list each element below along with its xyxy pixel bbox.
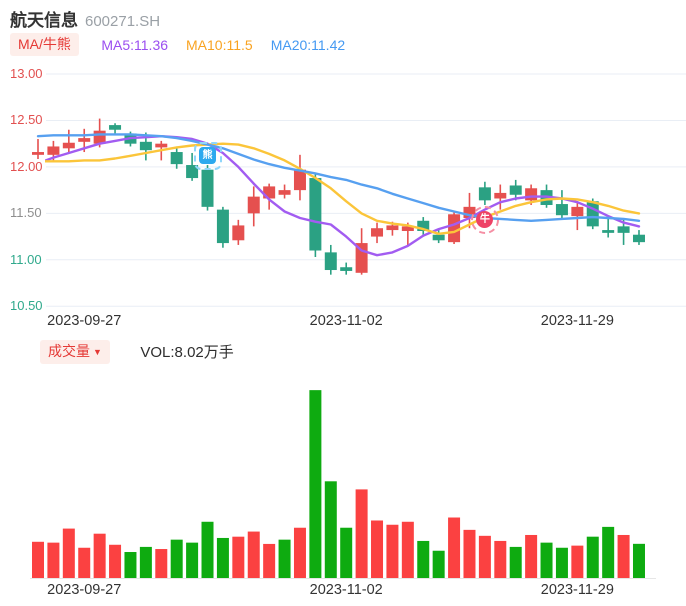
volume-bar[interactable] [494, 541, 506, 578]
candle-body[interactable] [155, 144, 167, 148]
volume-bar[interactable] [618, 535, 630, 578]
bull-icon: 牛 [476, 211, 493, 228]
volume-bar[interactable] [217, 538, 229, 578]
ma-line-ma20 [38, 134, 639, 220]
volume-bar[interactable] [279, 540, 291, 578]
candle-body[interactable] [510, 185, 522, 194]
candle-body[interactable] [78, 138, 90, 142]
date-tick-label: 2023-09-27 [47, 582, 121, 598]
volume-bar[interactable] [263, 544, 275, 578]
candle-body[interactable] [618, 226, 630, 233]
volume-bar[interactable] [248, 532, 260, 578]
volume-bar[interactable] [171, 540, 183, 578]
volume-bar[interactable] [124, 552, 136, 578]
volume-bar[interactable] [109, 545, 121, 578]
volume-bar[interactable] [202, 522, 214, 578]
bull-signal-marker[interactable]: 牛 [471, 206, 499, 234]
volume-header-row: 成交量▼ VOL:8.02万手 [40, 340, 234, 364]
candle-body[interactable] [171, 152, 183, 164]
price-tick-label: 12.50 [10, 112, 45, 127]
volume-dropdown-chip[interactable]: 成交量▼ [40, 340, 110, 364]
volume-bar[interactable] [463, 530, 475, 578]
volume-bar[interactable] [556, 548, 568, 578]
price-tick-label: 12.00 [10, 159, 45, 174]
candle-body[interactable] [556, 204, 568, 215]
volume-bar[interactable] [140, 547, 152, 578]
volume-bar[interactable] [94, 534, 106, 578]
volume-bar[interactable] [32, 542, 44, 578]
volume-bar[interactable] [510, 547, 522, 578]
candle-body[interactable] [47, 146, 59, 154]
price-tick-label: 13.00 [10, 66, 45, 81]
volume-bar[interactable] [571, 546, 583, 578]
candle-body[interactable] [587, 201, 599, 226]
candle-body[interactable] [371, 228, 383, 236]
volume-bar[interactable] [78, 548, 90, 578]
bear-icon: 熊 [199, 147, 216, 164]
volume-bar[interactable] [340, 528, 352, 578]
volume-bar[interactable] [155, 549, 167, 578]
candle-body[interactable] [448, 214, 460, 242]
volume-dropdown-label: 成交量 [48, 343, 90, 359]
volume-readout: VOL:8.02万手 [140, 341, 233, 362]
volume-bar[interactable] [356, 489, 368, 578]
candle-body[interactable] [63, 143, 75, 149]
candle-body[interactable] [32, 152, 44, 155]
candle-body[interactable] [202, 170, 214, 207]
volume-bar[interactable] [371, 520, 383, 578]
volume-bar[interactable] [602, 527, 614, 578]
volume-bar[interactable] [479, 536, 491, 578]
candle-body[interactable] [602, 230, 614, 233]
volume-bar[interactable] [309, 390, 321, 578]
stock-chart-app: 航天信息600271.SH MA/牛熊 MA5:11.36MA10:11.5MA… [0, 0, 686, 606]
volume-bar[interactable] [47, 543, 59, 578]
date-tick-label: 2023-11-29 [541, 582, 614, 598]
volume-bar[interactable] [232, 537, 244, 578]
candle-body[interactable] [571, 207, 583, 216]
volume-bar[interactable] [417, 541, 429, 578]
candle-body[interactable] [479, 187, 491, 200]
bear-signal-marker[interactable]: 熊 [194, 142, 222, 170]
candle-body[interactable] [386, 225, 398, 230]
candle-body[interactable] [217, 210, 229, 243]
candle-body[interactable] [232, 225, 244, 240]
volume-bar[interactable] [433, 551, 445, 578]
volume-bar[interactable] [448, 518, 460, 578]
volume-bar[interactable] [63, 529, 75, 578]
price-tick-label: 10.50 [10, 298, 45, 313]
volume-bar[interactable] [325, 481, 337, 578]
candle-body[interactable] [525, 188, 537, 200]
volume-bar[interactable] [294, 528, 306, 578]
candle-body[interactable] [140, 142, 152, 150]
candle-body[interactable] [309, 178, 321, 250]
candle-body[interactable] [494, 193, 506, 199]
volume-bar[interactable] [587, 537, 599, 578]
chevron-down-icon: ▼ [93, 347, 102, 357]
date-tick-label: 2023-11-29 [541, 313, 614, 329]
date-tick-label: 2023-11-02 [310, 313, 383, 329]
kline-and-volume-canvas[interactable] [0, 0, 686, 606]
candle-body[interactable] [340, 267, 352, 271]
candle-body[interactable] [325, 252, 337, 270]
volume-bar[interactable] [186, 543, 198, 578]
price-tick-label: 11.50 [10, 205, 44, 220]
candle-body[interactable] [248, 197, 260, 214]
volume-bar[interactable] [633, 544, 645, 578]
candle-body[interactable] [433, 235, 445, 241]
candle-body[interactable] [279, 190, 291, 195]
candle-body[interactable] [109, 125, 121, 130]
volume-bar[interactable] [402, 522, 414, 578]
date-tick-label: 2023-11-02 [310, 582, 383, 598]
candle-body[interactable] [633, 235, 645, 242]
volume-bar[interactable] [541, 543, 553, 578]
price-tick-label: 11.00 [10, 252, 44, 267]
volume-bar[interactable] [525, 535, 537, 578]
volume-bar[interactable] [386, 525, 398, 578]
date-tick-label: 2023-09-27 [47, 313, 121, 329]
candle-body[interactable] [294, 170, 306, 190]
